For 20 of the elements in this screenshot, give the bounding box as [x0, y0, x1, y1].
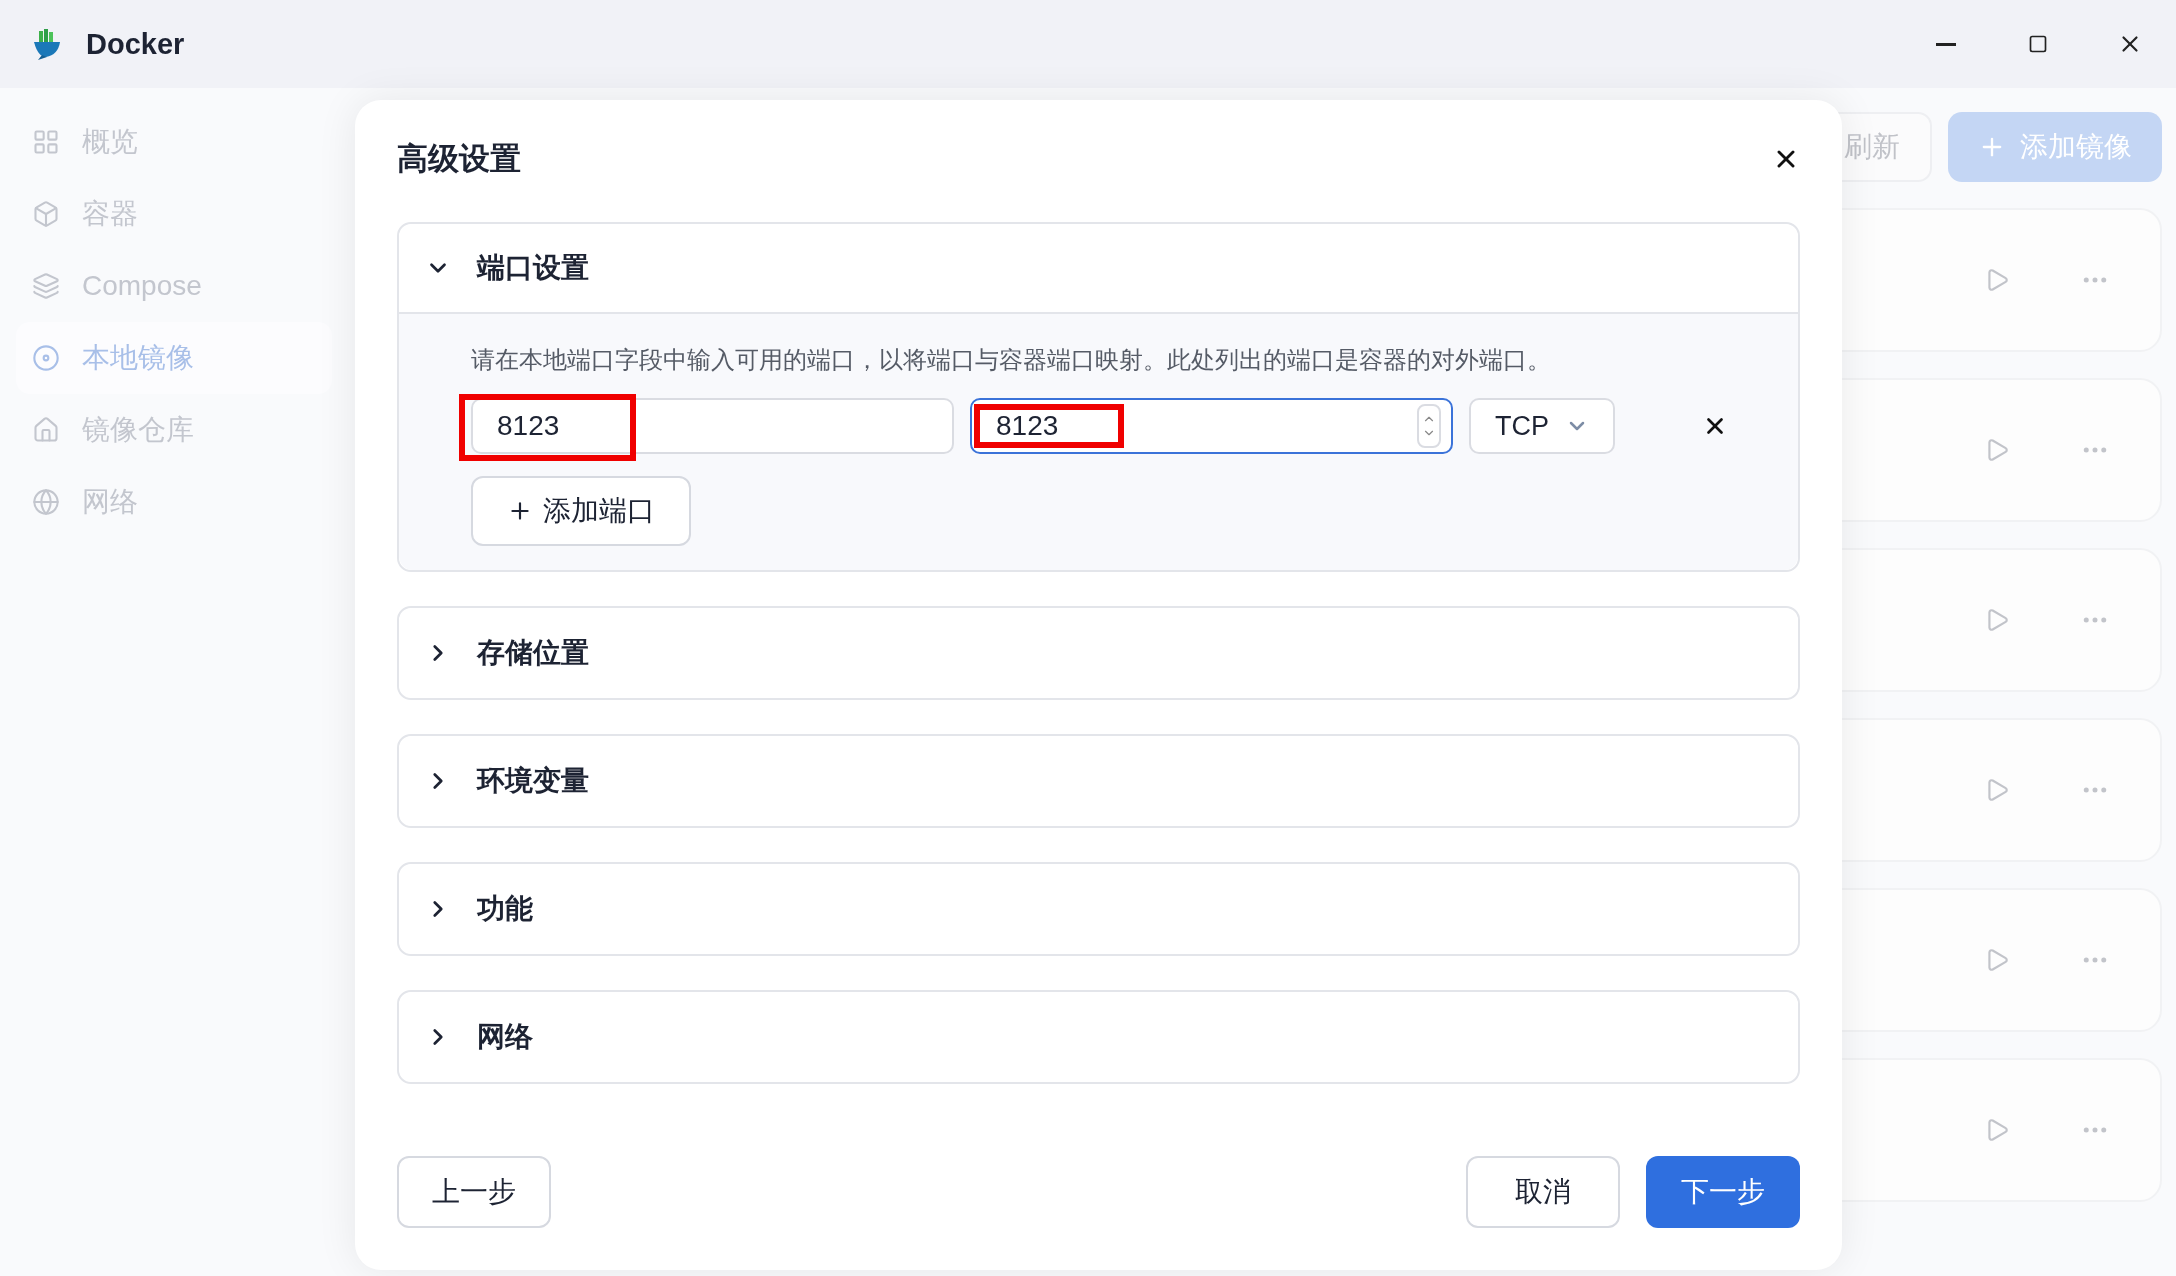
add-port-button[interactable]: 添加端口 [471, 476, 691, 546]
cube-icon [32, 200, 60, 228]
dialog-title: 高级设置 [397, 140, 521, 178]
maximize-icon [2028, 34, 2048, 54]
minimize-icon [1936, 42, 1956, 46]
back-button[interactable]: 上一步 [397, 1156, 551, 1228]
section-description: 请在本地端口字段中输入可用的端口，以将端口与容器端口映射。此处列出的端口是容器的对外端口。 [471, 345, 1552, 375]
layers-icon [32, 272, 60, 300]
disc-icon [32, 344, 60, 372]
grid-icon [32, 128, 60, 156]
protocol-select[interactable]: TCP [1469, 398, 1615, 454]
house-icon [32, 416, 60, 444]
next-button[interactable]: 下一步 [1646, 1156, 1800, 1228]
globe-icon [32, 488, 60, 516]
port-field[interactable]: 8123 [471, 398, 954, 454]
stepper-icon[interactable] [1417, 404, 1441, 448]
window-title: Docker [86, 27, 185, 61]
sidebar-label: 本地镜像 [82, 341, 194, 375]
port-field[interactable]: 8123 [970, 398, 1453, 454]
cancel-button[interactable]: 取消 [1466, 1156, 1620, 1228]
